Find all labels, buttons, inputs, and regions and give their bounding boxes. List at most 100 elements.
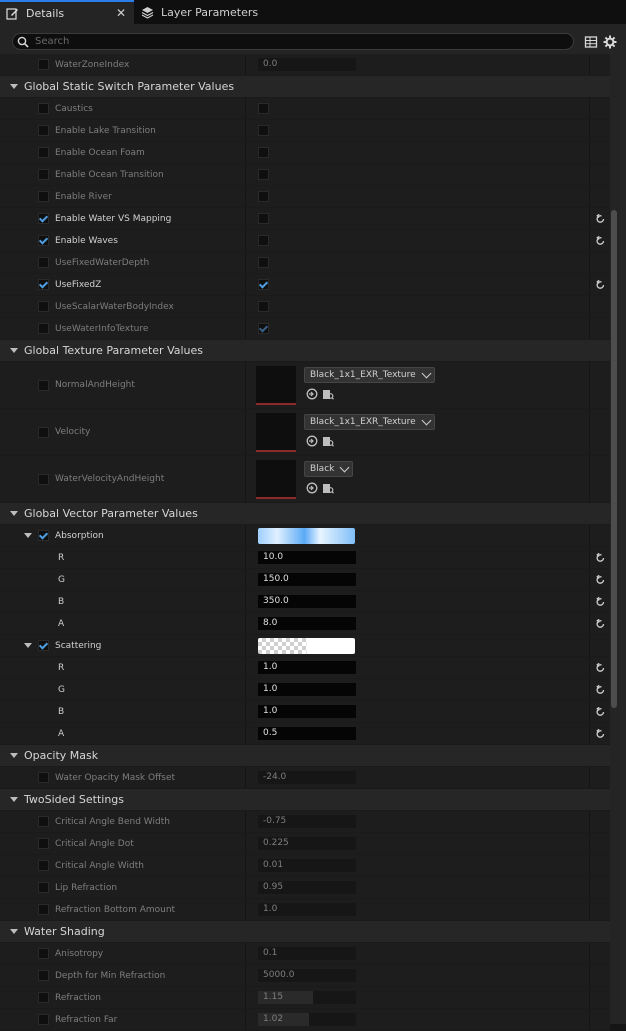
override-checkbox[interactable] [38, 147, 49, 158]
value-checkbox[interactable] [258, 147, 269, 158]
section-header-opacity-mask[interactable]: Opacity Mask [0, 745, 610, 767]
override-checkbox[interactable] [38, 59, 49, 70]
override-checkbox[interactable] [38, 213, 49, 224]
color-swatch[interactable] [258, 637, 355, 654]
scrollbar-thumb[interactable] [611, 210, 617, 708]
value-checkbox[interactable] [258, 279, 269, 290]
section-header-twosided[interactable]: TwoSided Settings [0, 789, 610, 811]
override-checkbox[interactable] [38, 169, 49, 180]
asset-picker-dropdown[interactable]: Black_1x1_EXR_Texture [304, 367, 435, 383]
value-checkbox[interactable] [258, 125, 269, 136]
value-field[interactable]: 10.0 [258, 551, 356, 564]
close-icon[interactable]: ✕ [116, 6, 126, 20]
override-checkbox[interactable] [38, 860, 49, 871]
override-checkbox[interactable] [38, 426, 49, 438]
section-header-water-shading[interactable]: Water Shading [0, 921, 610, 943]
asset-picker-dropdown[interactable]: Black [304, 461, 354, 477]
override-checkbox[interactable] [38, 125, 49, 136]
value-field[interactable]: 0.5 [258, 727, 356, 740]
value-checkbox[interactable] [258, 103, 269, 114]
override-checkbox[interactable] [38, 379, 49, 391]
override-checkbox[interactable] [38, 772, 49, 783]
texture-thumbnail[interactable] [256, 460, 296, 499]
override-checkbox[interactable] [38, 103, 49, 114]
value-field[interactable]: 0.0 [258, 58, 356, 71]
table-view-icon[interactable] [584, 35, 598, 49]
override-checkbox[interactable] [38, 640, 49, 651]
value-checkbox[interactable] [258, 257, 269, 268]
use-selected-asset-icon[interactable] [306, 388, 318, 400]
value-field[interactable]: 1.15 [258, 991, 356, 1004]
value-field[interactable]: 8.0 [258, 617, 356, 630]
section-header-texture[interactable]: Global Texture Parameter Values [0, 340, 610, 362]
section-header-static-switch[interactable]: Global Static Switch Parameter Values [0, 76, 610, 98]
override-checkbox[interactable] [38, 838, 49, 849]
override-checkbox[interactable] [38, 882, 49, 893]
value-field[interactable]: 1.02 [258, 1013, 356, 1026]
section-header-vector[interactable]: Global Vector Parameter Values [0, 503, 610, 525]
override-checkbox[interactable] [38, 816, 49, 827]
reset-to-default-icon[interactable] [595, 728, 605, 739]
asset-picker-dropdown[interactable]: Black_1x1_EXR_Texture [304, 414, 435, 430]
reset-to-default-icon[interactable] [595, 552, 605, 563]
tab-layer-parameters[interactable]: Layer Parameters [136, 0, 286, 24]
gear-icon[interactable] [603, 35, 617, 49]
value-checkbox[interactable] [258, 301, 269, 312]
color-swatch[interactable] [258, 527, 355, 544]
override-checkbox[interactable] [38, 323, 49, 334]
reset-to-default-icon[interactable] [595, 596, 605, 607]
reset-to-default-icon[interactable] [595, 279, 605, 290]
vertical-scrollbar[interactable] [610, 58, 618, 1028]
override-checkbox[interactable] [38, 279, 49, 290]
override-checkbox[interactable] [38, 473, 49, 485]
override-checkbox[interactable] [38, 948, 49, 959]
override-checkbox[interactable] [38, 1014, 49, 1025]
texture-thumbnail[interactable] [256, 413, 296, 452]
reset-to-default-icon[interactable] [595, 574, 605, 585]
chevron-down-icon[interactable] [24, 533, 32, 538]
reset-to-default-icon[interactable] [595, 213, 605, 224]
value-field[interactable]: 1.0 [258, 705, 356, 718]
reset-to-default-icon[interactable] [595, 684, 605, 695]
chevron-down-icon[interactable] [24, 643, 32, 648]
override-checkbox[interactable] [38, 301, 49, 312]
value-field[interactable]: 0.01 [258, 859, 356, 872]
value-field[interactable]: 0.95 [258, 881, 356, 894]
browse-asset-icon[interactable] [322, 482, 334, 494]
override-checkbox[interactable] [38, 970, 49, 981]
use-selected-asset-icon[interactable] [306, 435, 318, 447]
value-checkbox[interactable] [258, 235, 269, 246]
override-checkbox[interactable] [38, 530, 49, 541]
reset-to-default-icon[interactable] [595, 662, 605, 673]
texture-thumbnail[interactable] [256, 366, 296, 405]
value-field[interactable]: 0.1 [258, 947, 356, 960]
value-field[interactable]: 1.0 [258, 661, 356, 674]
value-field[interactable]: 1.0 [258, 683, 356, 696]
value-field[interactable]: 5000.0 [258, 969, 356, 982]
override-checkbox[interactable] [38, 904, 49, 915]
tab-details[interactable]: Details ✕ [0, 0, 134, 24]
reset-to-default-icon[interactable] [595, 618, 605, 629]
value-field[interactable]: 1.0 [258, 903, 356, 916]
search-row [0, 32, 626, 52]
browse-asset-icon[interactable] [322, 435, 334, 447]
value-checkbox[interactable] [258, 169, 269, 180]
value-field[interactable]: 350.0 [258, 595, 356, 608]
override-checkbox[interactable] [38, 992, 49, 1003]
reset-to-default-icon[interactable] [595, 235, 605, 246]
override-checkbox[interactable] [38, 257, 49, 268]
search-box[interactable] [12, 33, 574, 50]
value-field[interactable]: -0.75 [258, 815, 356, 828]
value-checkbox[interactable] [258, 191, 269, 202]
value-field[interactable]: -24.0 [258, 771, 356, 784]
override-checkbox[interactable] [38, 235, 49, 246]
override-checkbox[interactable] [38, 191, 49, 202]
value-checkbox[interactable] [258, 323, 269, 334]
reset-to-default-icon[interactable] [595, 706, 605, 717]
browse-asset-icon[interactable] [322, 388, 334, 400]
value-checkbox[interactable] [258, 213, 269, 224]
value-field[interactable]: 0.225 [258, 837, 356, 850]
use-selected-asset-icon[interactable] [306, 482, 318, 494]
search-input[interactable] [35, 36, 535, 47]
value-field[interactable]: 150.0 [258, 573, 356, 586]
